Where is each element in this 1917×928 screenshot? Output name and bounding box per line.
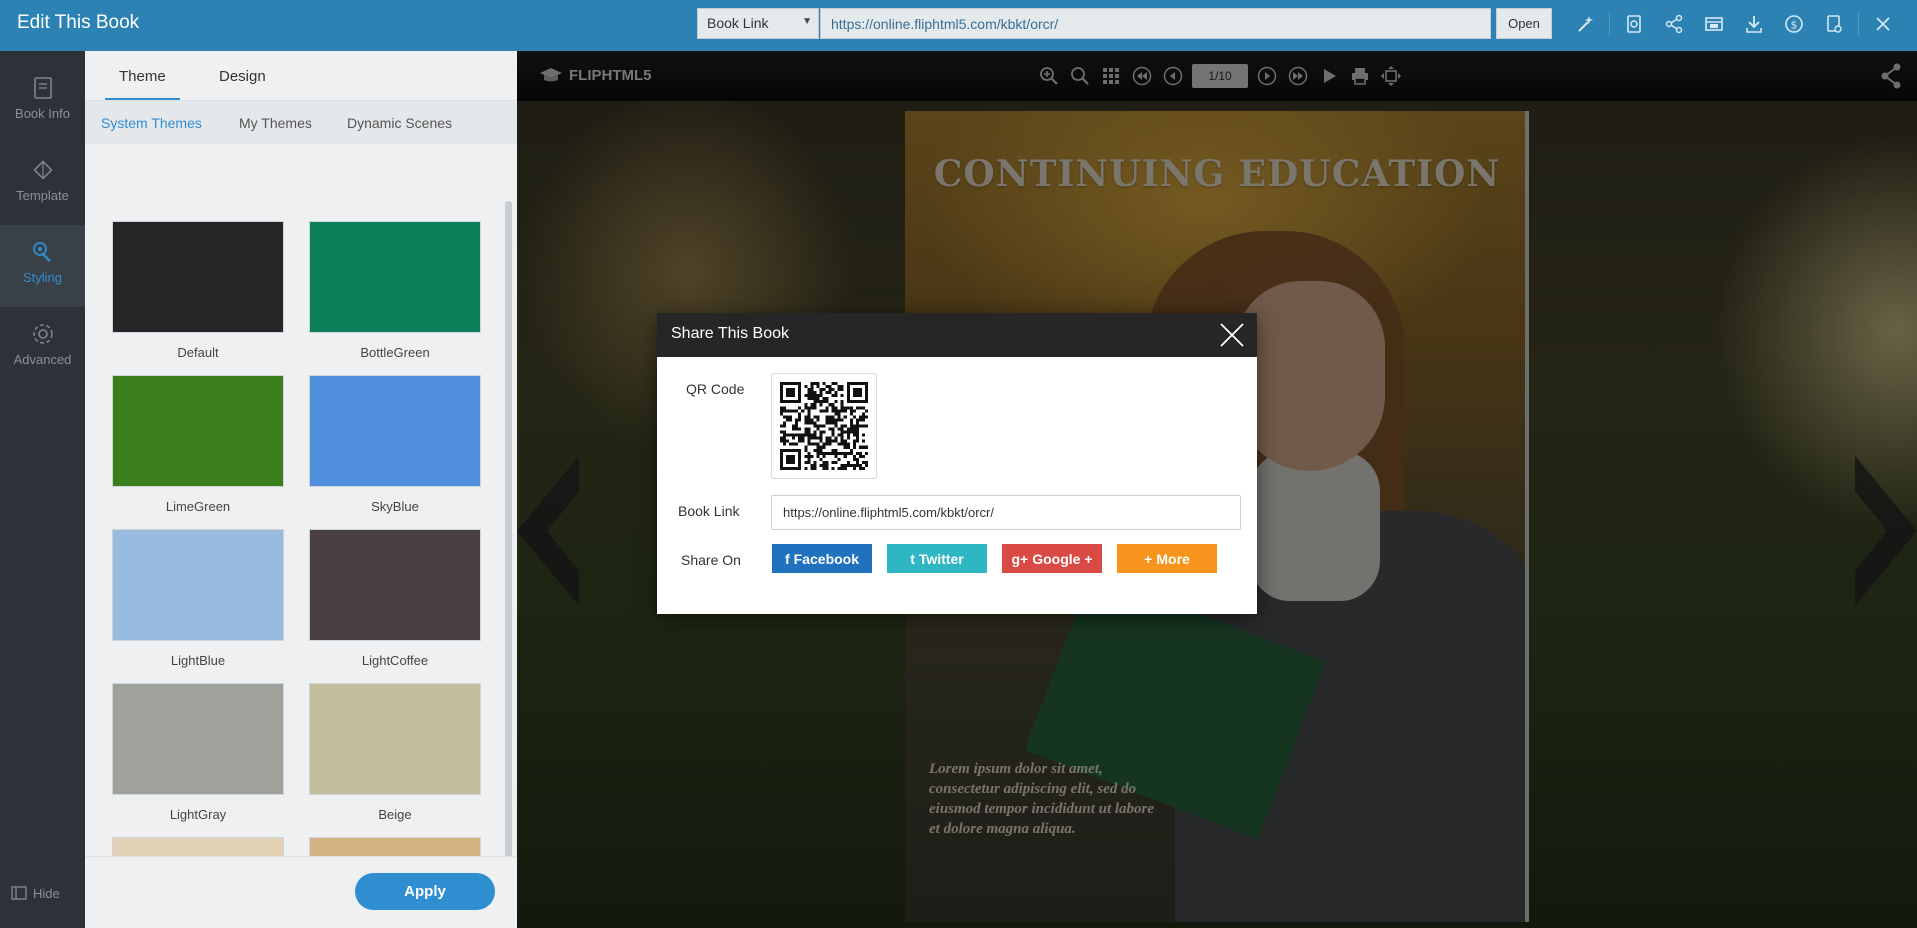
book-url-field[interactable]: https://online.fliphtml5.com/kbkt/orcr/ [820,8,1491,39]
left-nav: Book Info Template Styling Advanced Hide [0,51,85,928]
nav-label: Template [16,188,69,203]
download-icon[interactable] [1734,10,1774,38]
nav-item-advanced[interactable]: Advanced [0,307,85,389]
theme-panel: Theme Design System Themes My Themes Dyn… [85,51,517,928]
share-on-label: Share On [681,552,741,568]
tab-design[interactable]: Design [219,68,266,85]
magic-wand-icon[interactable] [1565,10,1605,38]
panel-tabs: Theme Design [85,51,517,101]
swatch-label: BottleGreen [360,345,430,360]
panel-footer: Apply [85,856,517,928]
link-type-value: Book Link [707,15,769,31]
hide-sidebar-button[interactable]: Hide [11,885,60,901]
theme-swatch[interactable]: Default [112,221,284,360]
button-label: Twitter [918,550,964,567]
swatch-label: Default [177,345,219,360]
theme-swatch-grid: Default BottleGreen LimeGreen SkyBlue Li… [85,144,517,914]
google-plus-icon: g+ [1011,550,1029,567]
open-button[interactable]: Open [1496,8,1552,39]
theme-swatch[interactable]: BottleGreen [309,221,481,360]
theme-swatch[interactable]: SkyBlue [309,375,481,514]
swatch-preview [309,375,481,487]
apply-button[interactable]: Apply [355,873,495,910]
toolbar-divider [1609,12,1610,36]
google-plus-share-button[interactable]: g+ Google + [1002,544,1102,573]
swatch-preview [309,221,481,333]
swatch-preview [309,683,481,795]
button-label: More [1156,550,1190,567]
subtab-system-themes[interactable]: System Themes [101,115,202,153]
nav-item-book-info[interactable]: Book Info [0,61,85,143]
top-bar: Edit This Book Book Link ▼ https://onlin… [0,0,1917,51]
theme-swatch[interactable]: LightCoffee [309,529,481,668]
styling-icon [32,242,51,262]
theme-swatch[interactable]: LightGray [112,683,284,822]
dialog-title: Share This Book [671,325,789,342]
share-dialog: Share This Book QR Code Book Link https:… [657,313,1257,614]
swatch-preview [112,375,284,487]
facebook-share-button[interactable]: f Facebook [772,544,872,573]
toolbar-divider [1858,12,1859,36]
close-dialog-icon[interactable] [1219,322,1245,348]
subtab-dynamic-scenes[interactable]: Dynamic Scenes [347,115,452,131]
settings-doc-icon[interactable] [1814,10,1854,38]
nav-label: Styling [22,270,63,285]
panel-scrollbar[interactable] [505,201,512,871]
nav-item-styling[interactable]: Styling [0,225,85,307]
plus-icon: + [1144,550,1153,567]
nav-label: Advanced [13,352,72,367]
book-link-label: Book Link [678,503,740,519]
template-icon [32,160,53,180]
nav-label: Book Info [15,106,70,121]
qr-code [771,373,877,479]
theme-swatch[interactable]: LightBlue [112,529,284,668]
nav-item-template[interactable]: Template [0,143,85,225]
qr-code-image [780,382,868,470]
close-icon[interactable] [1863,10,1903,38]
hide-label: Hide [33,885,60,901]
swatch-preview [112,683,284,795]
link-type-select[interactable]: Book Link ▼ [697,8,819,39]
share-icon[interactable] [1654,10,1694,38]
twitter-icon: t [910,550,915,567]
theme-swatch[interactable]: LimeGreen [112,375,284,514]
dialog-header: Share This Book [657,313,1257,357]
more-share-button[interactable]: + More [1117,544,1217,573]
swatch-preview [112,221,284,333]
advanced-gear-icon [32,324,53,344]
qr-code-label: QR Code [686,381,745,397]
monetize-icon[interactable]: $ [1774,10,1814,38]
swatch-label: LimeGreen [165,499,231,514]
swatch-label: LightGray [169,807,227,822]
twitter-share-button[interactable]: t Twitter [887,544,987,573]
button-label: Google + [1032,550,1093,567]
theme-subtabs: System Themes My Themes Dynamic Scenes [85,101,517,153]
chevron-down-icon: ▼ [802,16,812,27]
book-info-icon [33,77,52,99]
subtab-my-themes[interactable]: My Themes [239,115,312,131]
swatch-preview [309,529,481,641]
app-title: Edit This Book [17,12,140,33]
hide-panel-icon [11,886,27,900]
facebook-icon: f [784,550,790,567]
publish-icon[interactable] [1614,10,1654,38]
top-toolbar: $ [1565,10,1903,38]
swatch-label: LightCoffee [361,653,429,668]
tab-theme[interactable]: Theme [105,68,180,100]
button-label: Facebook [793,550,860,567]
theme-swatch[interactable]: Beige [309,683,481,822]
swatch-preview [112,529,284,641]
embed-icon[interactable] [1694,10,1734,38]
swatch-label: SkyBlue [371,499,419,514]
svg-text:$: $ [1791,19,1798,32]
swatch-label: Beige [378,807,412,822]
book-link-field[interactable]: https://online.fliphtml5.com/kbkt/orcr/ [771,495,1241,530]
swatch-label: LightBlue [170,653,226,668]
